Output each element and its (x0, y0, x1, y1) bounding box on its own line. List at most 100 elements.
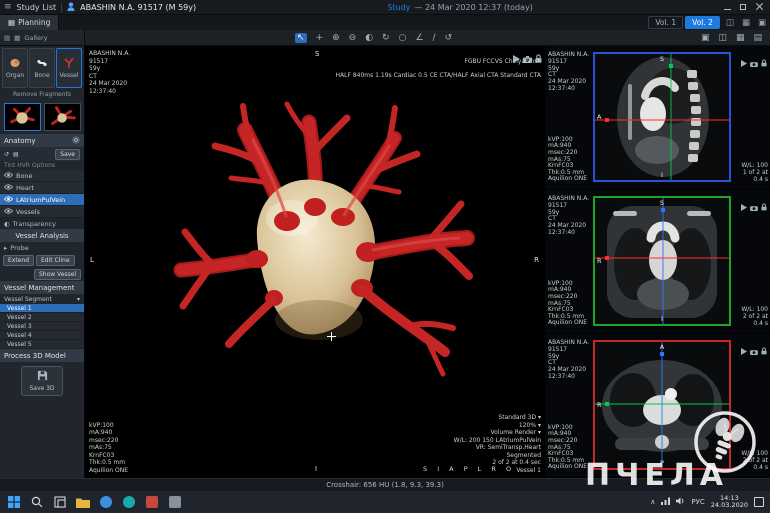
scan-parameters: kVP:100mA:940msec:220 mAs:75KrnFC03Thk:0… (89, 422, 128, 475)
study-list-button[interactable]: Study List (17, 3, 57, 12)
layout-grid-icon[interactable]: ▦ (742, 18, 750, 28)
vessel-segment-dropdown[interactable]: Vessel Segment ▾ (0, 294, 84, 304)
gallery-rows-icon[interactable]: ▤ (4, 34, 10, 42)
layout-2-icon[interactable]: ◫ (718, 33, 727, 43)
save-3d-button[interactable]: Save 3D (21, 366, 63, 396)
volume-icon[interactable] (676, 497, 685, 507)
view-scan-parameters: kVP:100mA:940msec:220 mAs:75KrnFC03Thk:0… (548, 137, 587, 183)
browser-icon[interactable] (98, 494, 114, 510)
coronal-image[interactable]: S R I (593, 196, 731, 326)
vessel-list-item-2[interactable]: Vessel 2 (0, 313, 84, 322)
vessel-list-item-1[interactable]: Vessel 1 (0, 304, 84, 313)
lock-icon[interactable] (761, 340, 767, 359)
search-icon[interactable] (29, 494, 45, 510)
mode-organ-button[interactable]: Organ (2, 48, 28, 88)
eye-icon[interactable] (4, 196, 13, 204)
maximize-button[interactable] (740, 3, 746, 12)
gallery-thumbnail-2[interactable] (44, 103, 81, 131)
heart-3d-render[interactable] (137, 88, 487, 398)
play-icon[interactable] (741, 52, 747, 71)
close-button[interactable] (755, 2, 763, 12)
view-actions (741, 340, 767, 359)
view-coronal[interactable]: ABASHIN N.A.9151759y CT24 Mar 202012:37:… (545, 190, 770, 334)
planning-tab-label: Planning (18, 18, 50, 27)
start-button[interactable] (6, 494, 22, 510)
task-view-icon[interactable] (52, 494, 68, 510)
circle-roi-tool-icon[interactable]: ○ (399, 33, 407, 43)
split-view-icon[interactable]: ◫ (726, 18, 734, 28)
tray-expand-icon[interactable]: ∧ (650, 498, 655, 506)
transparency-label: Transparency (13, 220, 56, 228)
mode-vessel-button[interactable]: Vessel (56, 48, 82, 88)
gray-app-icon[interactable] (167, 494, 183, 510)
layer-row-bone[interactable]: Bone (0, 170, 84, 182)
crosshair-readout: Crosshair: 656 HU (1.8, 9.3, 39.3) (326, 481, 444, 489)
gallery-thumbnail-1[interactable] (4, 103, 41, 131)
lock-icon[interactable] (761, 196, 767, 215)
vessel-list-item-5[interactable]: Vessel 5 (0, 340, 84, 349)
layout-1-icon[interactable]: ▣ (701, 33, 710, 43)
eye-icon[interactable] (4, 208, 13, 216)
study-label[interactable]: Study (387, 3, 410, 12)
language-indicator[interactable]: РУС (691, 498, 704, 506)
lock-icon[interactable] (761, 52, 767, 71)
teal-app-icon[interactable] (121, 494, 137, 510)
window-level-tool-icon[interactable]: ◐ (365, 33, 373, 43)
panel-toggle-icon[interactable]: ▣ (758, 18, 766, 28)
eye-icon[interactable] (4, 184, 13, 192)
notification-center-icon[interactable] (754, 497, 764, 507)
network-icon[interactable] (661, 497, 670, 507)
gallery-label: Gallery (24, 34, 47, 42)
layer-row-latriumpulvein[interactable]: LAtriumPulVein (0, 194, 84, 206)
orientation-inferior: I (315, 465, 317, 473)
study-selector[interactable]: Study — 24 Mar 2020 12:37 (today) (201, 3, 719, 12)
vessel-list-item-4[interactable]: Vessel 4 (0, 331, 84, 340)
viewport-3d[interactable]: ABASHIN N.A.9151759y CT24 Mar 202012:37:… (85, 46, 545, 478)
layers-icon[interactable]: ▤ (13, 151, 19, 158)
tab-vol1[interactable]: Vol. 1 (648, 16, 683, 29)
render-mode-dropdown[interactable]: Volume Render ▾ (454, 429, 541, 437)
layer-row-vessels[interactable]: Vessels (0, 206, 84, 218)
undo-tool-icon[interactable]: ↺ (445, 33, 453, 43)
line-measure-tool-icon[interactable]: / (433, 33, 436, 43)
gallery-grid-icon[interactable]: ▦ (14, 34, 20, 42)
edit-cline-button[interactable]: Edit Cline (36, 255, 75, 266)
render-preset-dropdown[interactable]: Standard 3D ▾ (454, 414, 541, 422)
taskbar-clock[interactable]: 14:1324.03.2020 (711, 495, 748, 510)
probe-row[interactable]: ▸ Probe (0, 242, 84, 253)
camera-icon[interactable] (750, 196, 758, 215)
show-vessel-button[interactable]: Show Vessel (34, 269, 81, 280)
pan-tool-icon[interactable]: + (316, 33, 324, 43)
camera-icon[interactable] (750, 340, 758, 359)
zoom-out-tool-icon[interactable]: ⊖ (349, 33, 357, 43)
mode-bone-button[interactable]: Bone (29, 48, 55, 88)
eye-icon[interactable] (4, 172, 13, 180)
layer-label: Heart (16, 184, 34, 192)
save-button[interactable]: Save (55, 149, 80, 160)
layout-4-icon[interactable]: ▤ (753, 33, 762, 43)
extend-button[interactable]: Extend (3, 255, 34, 266)
view-sagittal[interactable]: ABASHIN N.A.9151759y CT24 Mar 202012:37:… (545, 46, 770, 190)
cursor-tool-icon[interactable]: ↖ (295, 33, 307, 43)
minimize-button[interactable] (724, 3, 731, 12)
undo-icon[interactable]: ↺ (4, 151, 9, 158)
sagittal-image[interactable]: S A I (593, 52, 731, 182)
rotate-tool-icon[interactable]: ↻ (382, 33, 390, 43)
layout-3-icon[interactable]: ▦ (736, 33, 745, 43)
play-icon[interactable] (741, 340, 747, 359)
play-icon[interactable] (741, 196, 747, 215)
layer-row-heart[interactable]: Heart (0, 182, 84, 194)
tab-vol2[interactable]: Vol. 2 (685, 16, 720, 29)
angle-tool-icon[interactable]: ∠ (415, 33, 423, 43)
zoom-in-tool-icon[interactable]: ⊕ (332, 33, 340, 43)
crosshair-cursor[interactable] (327, 332, 336, 341)
vessel-list-item-3[interactable]: Vessel 3 (0, 322, 84, 331)
camera-icon[interactable] (750, 52, 758, 71)
zoom-level-dropdown[interactable]: 120% ▾ (454, 422, 541, 430)
remove-fragments-button[interactable]: Remove Fragments (0, 90, 84, 100)
transparency-control[interactable]: ◐ Transparency (0, 218, 84, 229)
gear-icon[interactable] (72, 136, 80, 146)
red-app-icon[interactable] (144, 494, 160, 510)
file-explorer-icon[interactable] (75, 494, 91, 510)
tab-planning[interactable]: ▦ Planning (0, 15, 59, 30)
